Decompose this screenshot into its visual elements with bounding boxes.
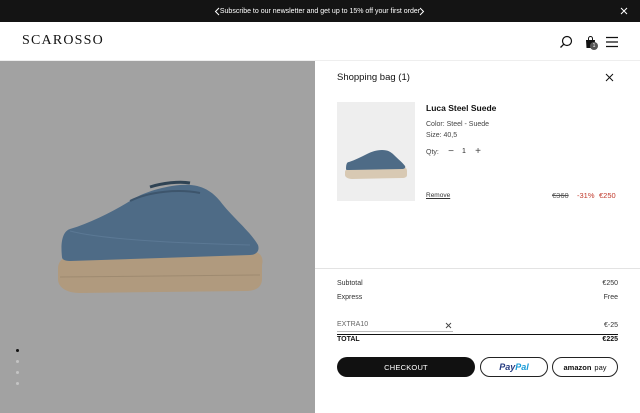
slide-dots [16,349,19,393]
paypal-button[interactable]: Pay Pal [480,357,548,377]
divider [315,268,640,269]
slide-dot[interactable] [16,382,19,385]
shipping-label: Express [337,294,363,301]
shipping-row: Express Free [337,294,618,301]
product-size: Size: 40,5 [426,132,458,139]
total-value: €225 [602,336,618,343]
subtotal-value: €250 [602,280,618,287]
subtotal-row: Subtotal €250 [337,280,618,287]
checkout-button[interactable]: CHECKOUT [337,357,475,377]
original-price: €360 [552,191,569,200]
subtotal-label: Subtotal [337,280,363,287]
promo-text[interactable]: Subscribe to our newsletter and get up t… [220,8,420,15]
shipping-value: Free [603,294,618,301]
product-hero-overlay[interactable] [0,61,315,413]
quantity-increase-button[interactable]: + [473,146,483,158]
drawer-title: Shopping bag (1) [337,72,410,83]
quantity-label: Qty: [426,149,439,156]
brand-logo[interactable]: SCAROSSO [22,33,104,49]
sale-price: €250 [599,191,616,200]
promo-discount-value: €-25 [603,322,618,329]
close-icon[interactable] [616,0,632,22]
slide-dot[interactable] [16,371,19,374]
search-icon[interactable] [558,34,574,50]
product-name[interactable]: Luca Steel Suede [426,103,496,113]
shopping-bag-drawer: Shopping bag (1) Luca Steel Suede Color:… [315,61,640,413]
paypal-logo-text: Pal [515,362,529,372]
promo-code-field[interactable]: EXTRA10 [337,319,453,332]
quantity-decrease-button[interactable]: − [446,146,456,158]
paypal-logo-text: Pay [499,362,516,372]
total-row: TOTAL €225 [337,336,618,343]
clear-promo-icon[interactable] [444,321,452,329]
product-thumbnail[interactable] [337,102,415,201]
bag-count-badge: 1 [590,42,598,50]
chevron-left-icon[interactable] [209,0,225,22]
amazon-logo-text: pay [594,362,607,372]
amazon-pay-button[interactable]: amazon pay [552,357,618,377]
product-color: Color: Steel - Suede [426,121,490,128]
slide-dot[interactable] [16,360,19,363]
remove-item-link[interactable]: Remove [426,192,450,199]
total-label: TOTAL [337,336,360,343]
close-icon[interactable] [603,71,615,83]
quantity-value: 1 [462,148,466,155]
divider [337,334,618,335]
slide-dot[interactable] [16,349,19,352]
chevron-right-icon[interactable] [414,0,430,22]
promo-bar: Subscribe to our newsletter and get up t… [0,0,640,22]
discount-badge: -31% [577,191,595,200]
amazon-logo-text: amazon [563,362,592,372]
shoe-image [58,180,263,293]
site-header: SCAROSSO 1 [0,22,640,61]
menu-icon[interactable] [604,34,620,50]
bag-icon[interactable]: 1 [582,34,598,50]
